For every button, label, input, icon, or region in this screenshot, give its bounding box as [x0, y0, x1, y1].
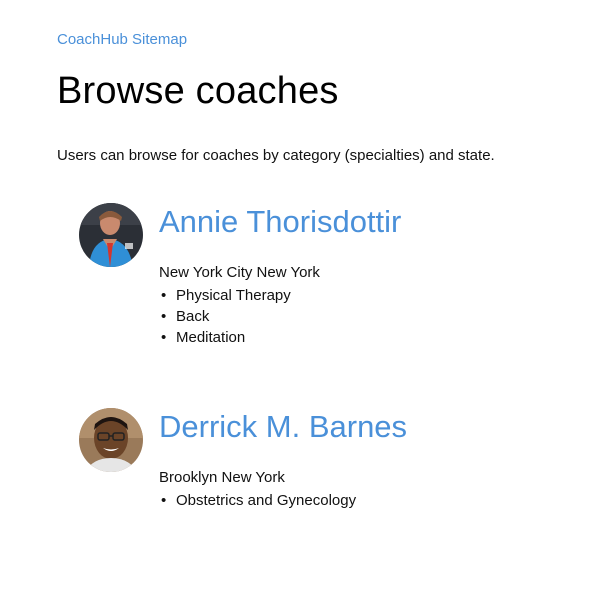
page-title: Browse coaches — [57, 70, 339, 112]
coach-name-link[interactable]: Annie Thorisdottir — [159, 204, 401, 240]
coach-name-link[interactable]: Derrick M. Barnes — [159, 409, 407, 445]
sitemap-link[interactable]: CoachHub Sitemap — [57, 31, 187, 48]
specialty-item: Physical Therapy — [159, 285, 291, 306]
page-description: Users can browse for coaches by category… — [57, 147, 495, 164]
specialty-list: Physical Therapy Back Meditation — [159, 285, 291, 348]
avatar-photo-icon — [79, 408, 143, 472]
coach-avatar[interactable] — [79, 203, 143, 267]
avatar-photo-icon — [79, 203, 143, 267]
coach-avatar[interactable] — [79, 408, 143, 472]
specialty-list: Obstetrics and Gynecology — [159, 490, 356, 511]
coach-location: New York City New York — [159, 264, 320, 281]
specialty-item: Obstetrics and Gynecology — [159, 490, 356, 511]
specialty-item: Meditation — [159, 327, 291, 348]
coach-location: Brooklyn New York — [159, 469, 285, 486]
specialty-item: Back — [159, 306, 291, 327]
